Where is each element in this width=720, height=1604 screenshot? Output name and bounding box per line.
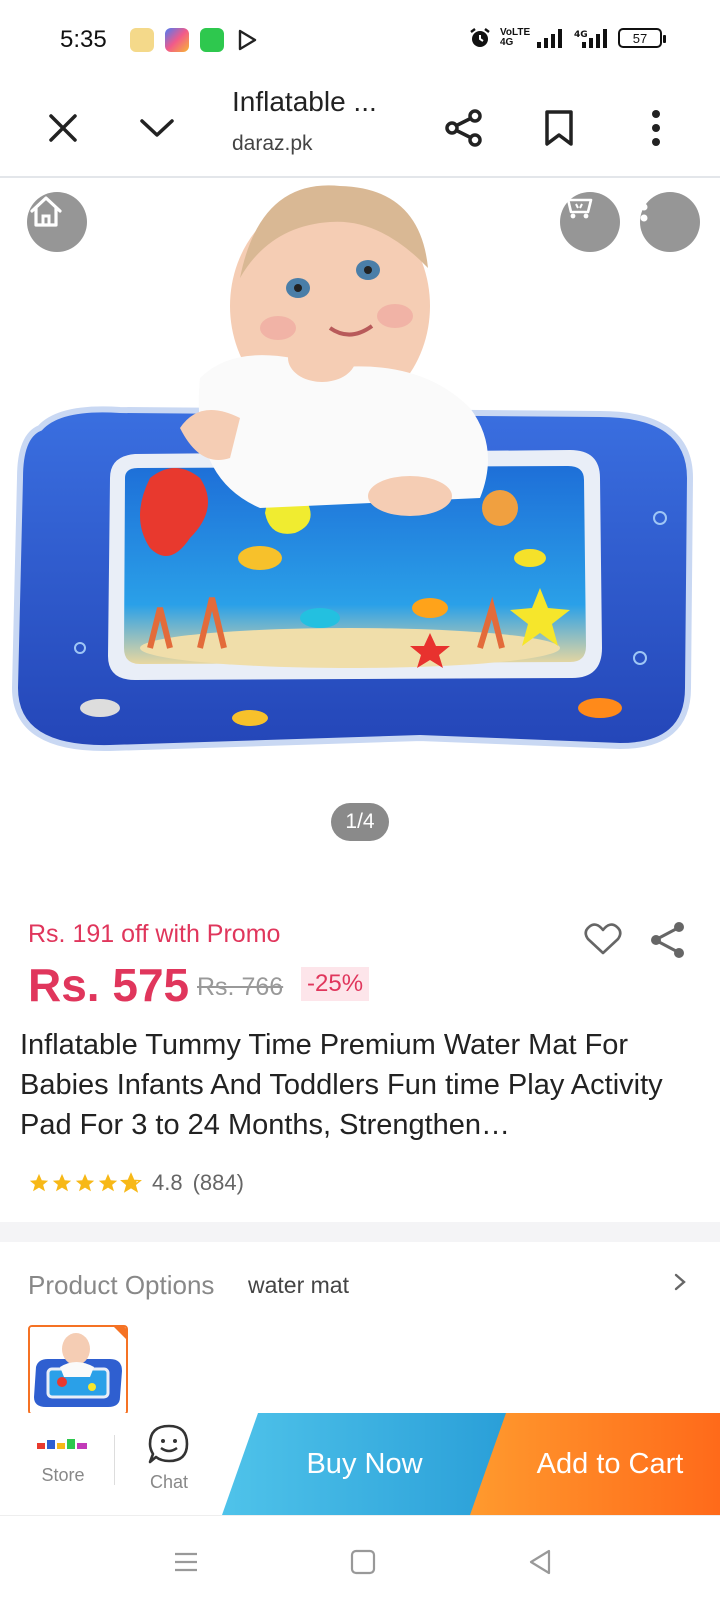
product-options-value[interactable]: water mat (248, 1272, 349, 1299)
product-image (11, 185, 694, 752)
system-nav-bar (0, 1515, 720, 1604)
star-icon (52, 1173, 72, 1192)
add-to-cart-button[interactable]: Add to Cart (470, 1413, 720, 1515)
original-price: Rs. 766 (197, 973, 284, 1001)
status-right: VoLTE 4G 4G 57 (468, 26, 666, 50)
buy-now-button[interactable]: Buy Now (222, 1413, 507, 1515)
cart-button[interactable] (560, 192, 620, 252)
wishlist-button[interactable] (584, 922, 622, 961)
share-icon (445, 109, 482, 147)
store-button[interactable]: Store (30, 1425, 96, 1486)
network-label: VoLTE 4G (500, 27, 531, 48)
chat-button[interactable]: Chat (138, 1423, 200, 1493)
battery-indicator: 57 (618, 28, 666, 48)
rating-count: (884) (192, 1170, 244, 1195)
price: Rs. 575 (28, 959, 190, 1011)
svg-text:4G: 4G (574, 30, 588, 40)
rating[interactable]: 4.8 (884) (28, 1170, 244, 1196)
cart-icon (562, 193, 593, 219)
bookmark-icon (545, 110, 573, 146)
rating-value: 4.8 (152, 1170, 183, 1195)
option-thumbnail[interactable] (28, 1325, 128, 1415)
close-icon (49, 114, 77, 142)
chat-label: Chat (149, 1472, 189, 1492)
menu-button[interactable] (626, 98, 686, 158)
home-icon (30, 196, 62, 227)
action-separator (114, 1435, 115, 1485)
store-logo-icon (37, 1439, 87, 1449)
star-icon (75, 1173, 95, 1192)
minimize-button[interactable] (127, 98, 187, 158)
close-button[interactable] (33, 98, 93, 158)
chevron-right-icon (674, 1273, 686, 1291)
action-bar: Store Chat Buy Now Add to Cart (0, 1413, 720, 1515)
notification-icons (130, 28, 259, 52)
bookmark-button[interactable] (529, 98, 589, 158)
product-title: Inflatable Tummy Time Premium Water Mat … (20, 1029, 663, 1141)
star-half-icon (120, 1172, 142, 1193)
section-divider (0, 1222, 720, 1242)
photos-app-icon (165, 28, 189, 52)
store-label: Store (41, 1465, 85, 1485)
page-title: Inflatable ... (232, 86, 377, 117)
play-store-icon (238, 29, 257, 51)
menu-lines-icon (175, 1552, 197, 1572)
square-icon (350, 1549, 376, 1575)
star-icon (98, 1173, 118, 1192)
browser-toolbar: Inflatable ... daraz.pk (0, 80, 720, 178)
home-nav-button[interactable] (343, 1542, 383, 1582)
product-options-chevron[interactable] (673, 1272, 687, 1297)
share-button[interactable] (434, 98, 494, 158)
product-share-button[interactable] (649, 920, 687, 965)
star-icon (29, 1173, 49, 1192)
more-vertical-icon (652, 110, 660, 146)
star-rating (28, 1172, 142, 1194)
recents-button[interactable] (166, 1542, 206, 1582)
store-logo (30, 1425, 96, 1465)
back-triangle-icon (529, 1549, 551, 1575)
green-app-icon (200, 28, 224, 52)
chevron-down-icon (140, 119, 174, 137)
product-page: 5:35 VoLTE 4G 4G 57 Inflatable ... daraz… (0, 0, 720, 1604)
image-counter: 1/4 (331, 803, 389, 841)
gallery-more-button[interactable] (640, 192, 700, 252)
promo-text: Rs. 191 off with Promo (28, 920, 281, 948)
alarm-icon (470, 28, 490, 47)
more-vertical-icon (640, 192, 648, 222)
product-options-label: Product Options (28, 1270, 215, 1300)
home-button[interactable] (27, 192, 87, 252)
status-time: 5:35 (60, 26, 107, 53)
product-image-gallery[interactable] (0, 178, 720, 858)
share-icon (651, 922, 684, 958)
discount-badge: -25% (301, 967, 370, 1001)
status-bar: 5:35 VoLTE 4G 4G 57 (0, 0, 720, 80)
page-domain: daraz.pk (232, 132, 313, 155)
signal-icon (537, 29, 562, 48)
chat-icon (148, 1424, 189, 1464)
signal-4g-icon: 4G (574, 29, 607, 48)
option-thumbnail-image (30, 1327, 126, 1413)
notes-app-icon (130, 28, 154, 52)
heart-icon (584, 923, 622, 955)
back-nav-button[interactable] (520, 1542, 560, 1582)
